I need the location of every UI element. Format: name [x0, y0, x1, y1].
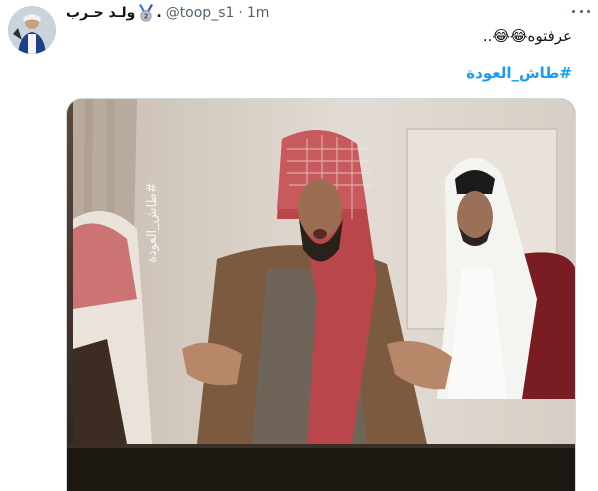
- tweet-text: عرفتوه😂😂..: [482, 27, 572, 45]
- avatar[interactable]: [8, 6, 56, 54]
- tweet-media-photo[interactable]: #طاش_العودة: [66, 98, 576, 491]
- more-horizontal-icon[interactable]: [570, 2, 592, 20]
- name-dot: .: [156, 5, 162, 21]
- media-image: [67, 99, 575, 491]
- svg-text:2: 2: [144, 13, 149, 21]
- medal-2-icon: 2: [138, 4, 154, 22]
- author-handle[interactable]: @toop_s1: [166, 5, 235, 21]
- hashtag-link[interactable]: #طاش_العودة: [272, 63, 572, 83]
- avatar-image: [8, 6, 56, 54]
- tweet[interactable]: ولـد حـرب 2 . @toop_s1 · 1m عرفتوه😂😂.. #…: [0, 0, 598, 491]
- author-display-name[interactable]: ولـد حـرب: [66, 5, 135, 21]
- header-separator: ·: [238, 5, 243, 21]
- media-watermark: #طاش_العودة: [145, 182, 160, 263]
- tweet-header: ولـد حـرب 2 . @toop_s1 · 1m: [66, 3, 269, 23]
- tweet-timestamp[interactable]: 1m: [247, 5, 270, 21]
